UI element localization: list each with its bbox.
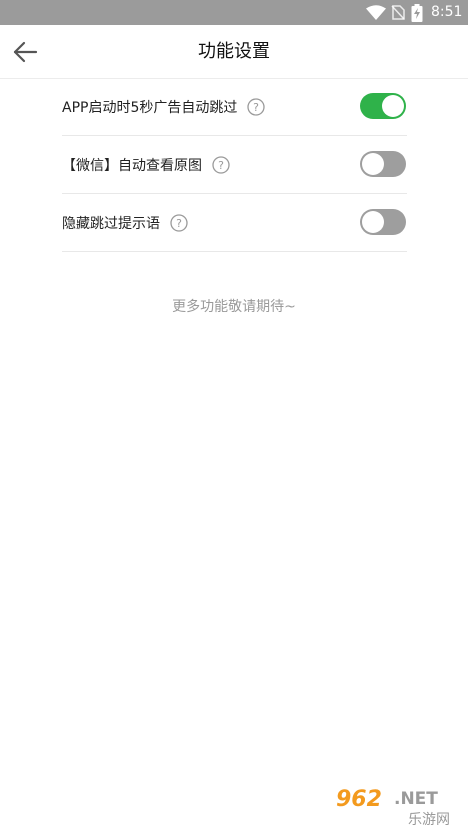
setting-label: 【微信】自动查看原图	[62, 157, 202, 174]
header-bar: 功能设置	[0, 25, 468, 79]
toggle-switch[interactable]	[360, 93, 406, 119]
setting-label: APP启动时5秒广告自动跳过	[62, 99, 238, 116]
setting-label: 隐藏跳过提示语	[62, 215, 160, 232]
watermark-logo: 962 .NET 乐游网	[330, 782, 464, 828]
settings-list: APP启动时5秒广告自动跳过 ? 【微信】自动查看原图 ? 隐藏跳过提示语 ?	[62, 78, 407, 252]
toggle-switch[interactable]	[360, 209, 406, 235]
page-title: 功能设置	[198, 41, 270, 62]
svg-text:?: ?	[218, 159, 224, 172]
svg-text:乐游网: 乐游网	[408, 812, 450, 828]
setting-row-skip-ad: APP启动时5秒广告自动跳过 ?	[62, 78, 407, 136]
toggle-knob	[362, 211, 384, 233]
more-features-note: 更多功能敬请期待~	[172, 299, 296, 315]
svg-text:?: ?	[176, 217, 182, 230]
svg-text:?: ?	[253, 101, 259, 114]
toggle-switch[interactable]	[360, 151, 406, 177]
setting-row-hide-skip-hint: 隐藏跳过提示语 ?	[62, 194, 407, 252]
sim-no-signal-icon	[391, 5, 405, 20]
question-circle-icon[interactable]: ?	[247, 97, 266, 116]
back-button[interactable]	[10, 37, 40, 67]
svg-text:962: 962	[336, 787, 382, 812]
arrow-left-icon	[13, 41, 38, 63]
status-time: 8:51	[431, 4, 463, 20]
question-circle-icon[interactable]: ?	[170, 213, 188, 232]
battery-charging-icon	[411, 4, 423, 22]
setting-row-wechat-original-image: 【微信】自动查看原图 ?	[62, 136, 407, 194]
svg-text:.NET: .NET	[394, 789, 438, 809]
toggle-knob	[362, 153, 384, 175]
wifi-icon	[366, 5, 386, 20]
toggle-knob	[382, 95, 404, 117]
status-bar: 8:51	[0, 0, 468, 25]
question-circle-icon[interactable]: ?	[212, 155, 230, 174]
